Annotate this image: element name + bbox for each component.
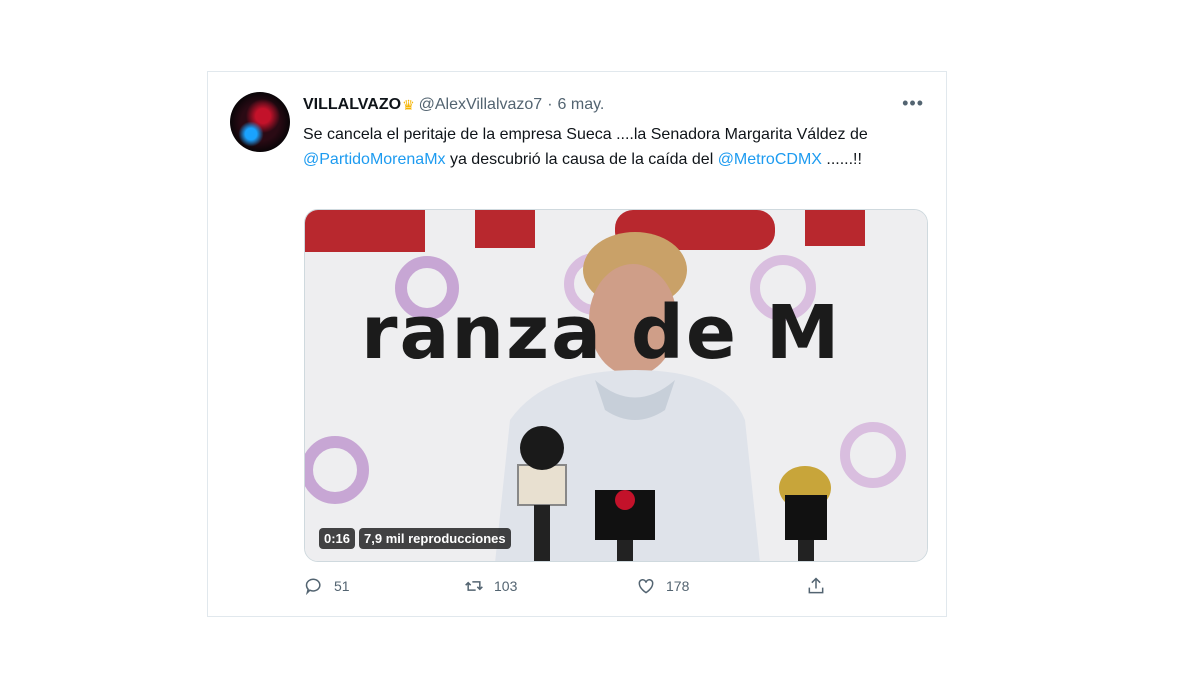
retweet-icon (465, 581, 483, 591)
more-icon[interactable]: ••• (902, 94, 924, 112)
avatar[interactable] (230, 92, 290, 152)
crown-icon: ♛ (402, 96, 415, 113)
tweet-text-part: ......!! (821, 151, 862, 168)
tweet-text-part: Se cancela el peritaje de la empresa Sue… (303, 126, 868, 143)
video-frame (305, 210, 927, 561)
tweet-card[interactable]: VILLALVAZO ♛ @AlexVillalvazo7 · 6 may. •… (207, 71, 947, 617)
tweet-header: VILLALVAZO ♛ @AlexVillalvazo7 · 6 may. (303, 94, 604, 116)
display-name[interactable]: VILLALVAZO (303, 96, 401, 114)
user-handle[interactable]: @AlexVillalvazo7 (419, 96, 543, 114)
reply-button[interactable]: 51 (304, 576, 350, 596)
separator-dot: · (547, 96, 553, 113)
tweet-actions: 51 103 178 (304, 576, 904, 602)
banner-text: ranza de M (361, 290, 842, 376)
like-icon (638, 578, 654, 594)
share-button[interactable] (806, 576, 836, 596)
tweet-text-part: ya descubrió la causa de la caída del (445, 151, 718, 168)
mention-partidomorena[interactable]: @PartidoMorenaMx (303, 151, 446, 168)
like-count: 178 (666, 578, 690, 594)
view-count: 7,9 mil reproducciones (359, 528, 511, 549)
share-icon (808, 577, 824, 594)
like-button[interactable]: 178 (636, 576, 689, 596)
video-duration: 0:16 (319, 528, 356, 549)
retweet-button[interactable]: 103 (464, 576, 517, 596)
mention-metrocdmx[interactable]: @MetroCDMX (718, 151, 822, 168)
video-player[interactable]: ranza de M 0:16 7,9 mil reproducciones (304, 209, 928, 562)
tweet-text: Se cancela el peritaje de la empresa Sue… (303, 122, 928, 172)
reply-count: 51 (334, 578, 350, 594)
tweet-date[interactable]: 6 may. (558, 96, 605, 114)
video-badges: 0:16 7,9 mil reproducciones (319, 528, 511, 549)
reply-icon (305, 578, 321, 596)
retweet-count: 103 (494, 578, 518, 594)
